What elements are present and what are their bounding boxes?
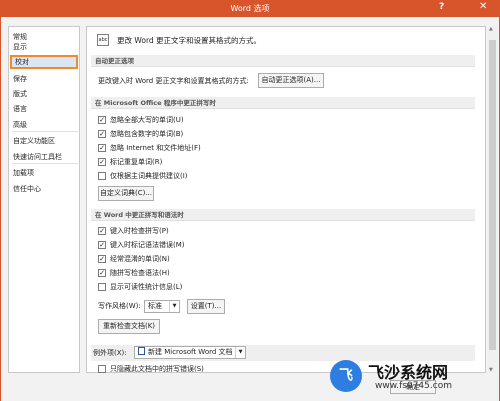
checkbox-label: 经常混淆的单词(N) [110,255,170,263]
exceptions-document-value: 新建 Microsoft Word 文档 [148,348,233,356]
sidebar-item-language[interactable]: 语言 [10,102,78,116]
checkbox-mark-grammar-errors[interactable]: ✓ 键入时标记语法错误(M) [98,240,185,250]
checkbox-readability-statistics[interactable]: 显示可读性统计信息(L) [98,282,182,292]
word-document-icon [138,347,145,355]
checkbox-ignore-internet-addresses[interactable]: ✓ 忽略 Internet 和文件地址(F) [98,143,201,153]
sidebar-item-customize-ribbon[interactable]: 自定义功能区 [10,134,78,148]
checkbox-ignore-uppercase[interactable]: ✓ 忽略全部大写的单词(U) [98,115,184,125]
chevron-down-icon[interactable]: ▼ [169,301,179,312]
autocorrect-options-button[interactable]: 自动更正选项(A)... [258,73,324,88]
scroll-thumb[interactable] [489,40,496,350]
checkbox-label: 标记重复单词(R) [110,158,163,166]
checkbox-box[interactable]: ✓ [98,144,106,152]
options-sidebar: 常规 显示 校对 保存 版式 语言 高级 自定义功能区 快速访问工具栏 加载项 … [8,26,80,373]
custom-dictionaries-button[interactable]: 自定义词典(C)... [98,186,154,201]
checkbox-main-dictionary-only[interactable]: 仅根据主词典提供建议(I) [98,171,188,181]
page-intro: 更改 Word 更正文字和设置其格式的方式。 [117,36,262,45]
help-icon[interactable]: ? [439,2,444,12]
section-header-word-spelling-grammar: 在 Word 中更正拼写和语法时 [91,209,475,221]
checkbox-label: 忽略全部大写的单词(U) [110,116,184,124]
spelling-abc-icon: abc [97,34,109,46]
close-icon[interactable]: ✕ [479,1,487,12]
checkbox-label: 只隐藏此文档中的拼写错误(S) [110,365,204,373]
checkbox-check-spelling-as-you-type[interactable]: ✓ 键入时检查拼写(P) [98,226,169,236]
checkbox-label: 仅根据主词典提供建议(I) [110,172,188,180]
checkbox-label: 键入时标记语法错误(M) [110,241,185,249]
writing-style-label: 写作风格(W): [98,302,141,310]
recheck-document-button[interactable]: 重新检查文档(K) [98,319,160,334]
checkbox-label: 忽略包含数字的单词(B) [110,130,184,138]
checkbox-check-grammar-with-spelling[interactable]: ✓ 随拼写检查语法(H) [98,268,170,278]
window-title: Word 选项 [230,4,270,13]
checkbox-label: 忽略 Internet 和文件地址(F) [110,144,201,152]
autocorrect-label: 更改键入时 Word 更正文字和设置其格式的方式: [98,77,249,85]
checkbox-box[interactable]: ✓ [98,269,106,277]
sidebar-item-proofing[interactable]: 校对 [10,55,78,69]
checkbox-box[interactable] [98,283,106,291]
checkbox-box[interactable]: ✓ [98,116,106,124]
sidebar-item-advanced[interactable]: 高级 [10,118,78,132]
section-header-autocorrect: 自动更正选项 [91,55,475,67]
chevron-down-icon[interactable]: ▼ [235,347,245,358]
sidebar-divider [12,163,78,164]
sidebar-item-add-ins[interactable]: 加载项 [10,166,78,180]
sidebar-item-save[interactable]: 保存 [10,72,78,86]
scrollbar[interactable]: ▲ ▼ [488,26,497,373]
title-bar: Word 选项 ? ✕ [0,0,500,17]
checkbox-box[interactable]: ✓ [98,255,106,263]
checkbox-label: 随拼写检查语法(H) [110,269,170,277]
writing-style-value: 标准 [148,302,162,310]
writing-style-select[interactable]: 标准 ▼ [144,300,180,313]
watermark-logo-icon: 飞 [330,360,362,392]
section-header-office-spelling: 在 Microsoft Office 程序中更正拼写时 [91,97,475,109]
watermark-title: 飞沙系统网 [368,363,449,382]
checkbox-flag-repeated-words[interactable]: ✓ 标记重复单词(R) [98,157,162,167]
sidebar-item-trust-center[interactable]: 信任中心 [10,182,78,196]
checkbox-box[interactable] [98,172,106,180]
watermark-url: www.fs0745.com [375,381,452,391]
checkbox-label: 显示可读性统计信息(L) [110,283,183,291]
checkbox-box[interactable]: ✓ [98,158,106,166]
proofing-panel: abc 更改 Word 更正文字和设置其格式的方式。 自动更正选项 更改键入时 … [86,26,486,373]
grammar-settings-button[interactable]: 设置(T)... [187,299,225,314]
checkbox-box[interactable]: ✓ [98,130,106,138]
sidebar-item-layout[interactable]: 版式 [10,87,78,101]
sidebar-item-quick-access-toolbar[interactable]: 快速访问工具栏 [10,150,78,164]
checkbox-confused-words[interactable]: ✓ 经常混淆的单词(N) [98,254,170,264]
sidebar-item-display[interactable]: 显示 [10,40,78,54]
checkbox-label: 键入时检查拼写(P) [110,227,169,235]
sidebar-divider [12,131,78,132]
exceptions-document-select[interactable]: 新建 Microsoft Word 文档 ▼ [134,346,246,359]
watermark: 飞 飞沙系统网 www.fs0745.com [318,356,498,400]
scroll-up-icon[interactable]: ▲ [489,26,493,32]
checkbox-box[interactable]: ✓ [98,227,106,235]
checkbox-box[interactable] [98,365,106,373]
checkbox-hide-spelling-errors[interactable]: 只隐藏此文档中的拼写错误(S) [98,364,204,374]
exceptions-label: 例外项(X): [93,349,127,357]
checkbox-box[interactable]: ✓ [98,241,106,249]
checkbox-ignore-numbers[interactable]: ✓ 忽略包含数字的单词(B) [98,129,183,139]
